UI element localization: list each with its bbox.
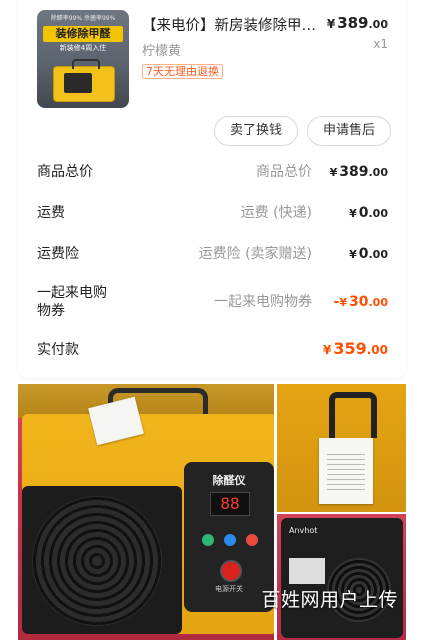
row-coupon: 一起来电购物券 一起来电购物券 -¥ 30.00 xyxy=(37,284,388,324)
product-quantity: x1 xyxy=(373,37,388,51)
value-integer: 0 xyxy=(358,246,369,262)
row-goods-total: 商品总价 商品总价 ¥389.00 xyxy=(37,162,388,202)
value-integer: 359 xyxy=(333,339,367,358)
control-title: 除醛仪 xyxy=(212,474,246,487)
photo-device-back[interactable]: Anvhot xyxy=(277,514,406,640)
thumb-top-text: 除醛率99% 杀菌率99% xyxy=(50,15,116,22)
product-thumbnail[interactable]: 除醛率99% 杀菌率99% 装修除甲醛 新装修4周入住 xyxy=(37,10,129,108)
value-currency: ¥ xyxy=(329,166,338,179)
red-button-icon xyxy=(246,534,258,546)
value-decimal: .00 xyxy=(368,296,389,309)
hang-tag xyxy=(319,438,373,504)
value-currency: ¥ xyxy=(339,296,348,309)
green-button-icon xyxy=(202,534,214,546)
value-decimal: .00 xyxy=(368,248,389,261)
row-desc: 运费 (快递) xyxy=(240,205,312,221)
fan-panel xyxy=(22,486,182,634)
device-handle xyxy=(329,392,377,438)
thumb-banner: 装修除甲醛 xyxy=(43,26,123,42)
value-decimal: .00 xyxy=(366,343,388,357)
value-decimal: .00 xyxy=(368,166,389,179)
row-shipping-insurance: 运费险 运费险 (卖家赠送) ¥0.00 xyxy=(37,244,388,284)
row-shipping: 运费 运费 (快递) ¥0.00 xyxy=(37,203,388,243)
photo-tag-closeup[interactable] xyxy=(277,384,406,512)
device-body: 除醛仪 88 电源开关 xyxy=(22,414,274,634)
row-desc: 一起来电购物券 xyxy=(214,294,312,310)
row-label: 商品总价 xyxy=(37,164,93,180)
value-currency: ¥ xyxy=(349,207,357,220)
row-value: ¥359.00 xyxy=(323,339,388,360)
row-value: ¥389.00 xyxy=(330,162,388,183)
value-currency: ¥ xyxy=(349,248,357,261)
price-integer: 389 xyxy=(337,14,369,32)
row-value: ¥0.00 xyxy=(349,244,388,265)
row-label: 运费 xyxy=(37,205,65,221)
value-decimal: .00 xyxy=(368,207,389,220)
spec-sticker xyxy=(289,558,325,584)
power-button-icon xyxy=(220,560,242,582)
price-currency: ¥ xyxy=(326,17,336,31)
product-variant: 柠檬黄 xyxy=(142,44,182,59)
value-currency: ¥ xyxy=(322,343,332,357)
brand-label: Anvhot xyxy=(289,526,318,535)
row-desc: 商品总价 xyxy=(256,164,312,180)
value-integer: 389 xyxy=(339,164,369,180)
row-desc: 运费险 (卖家赠送) xyxy=(198,246,312,262)
row-value: ¥0.00 xyxy=(349,203,388,224)
photo-gallery: 除醛仪 88 电源开关 Anvhot 百姓网用户上传 xyxy=(18,384,406,640)
value-integer: 0 xyxy=(358,205,369,221)
row-label: 运费险 xyxy=(37,246,79,262)
device-back: Anvhot xyxy=(281,518,403,638)
value-integer: 30 xyxy=(349,294,369,310)
order-card: 除醛率99% 杀菌率99% 装修除甲醛 新装修4周入住 【来电价】新房装修除甲…… xyxy=(18,0,406,378)
after-sales-button[interactable]: 申请售后 xyxy=(307,116,391,146)
watermark: 百姓网用户上传 xyxy=(261,589,398,611)
product-title[interactable]: 【来电价】新房装修除甲… xyxy=(142,14,328,35)
price-decimal: .00 xyxy=(368,18,389,31)
fan-grill xyxy=(32,496,162,626)
return-policy-tag: 7天无理由退换 xyxy=(142,64,223,79)
thumb-subtitle: 新装修4周入住 xyxy=(59,44,107,52)
blue-button-icon xyxy=(224,534,236,546)
row-label: 实付款 xyxy=(37,342,79,358)
row-label: 一起来电购物券 xyxy=(37,285,107,319)
row-amount-paid: 实付款 ¥359.00 xyxy=(37,339,388,380)
thumb-device-image xyxy=(53,59,115,102)
product-price: ¥389.00 xyxy=(327,14,388,32)
order-detail-page: 除醛率99% 杀菌率99% 装修除甲醛 新装修4周入住 【来电价】新房装修除甲…… xyxy=(0,0,424,640)
led-display: 88 xyxy=(210,492,250,516)
sell-button[interactable]: 卖了换钱 xyxy=(214,116,298,146)
row-value: -¥ 30.00 xyxy=(334,292,388,313)
photo-main[interactable]: 除醛仪 88 电源开关 xyxy=(18,384,274,640)
